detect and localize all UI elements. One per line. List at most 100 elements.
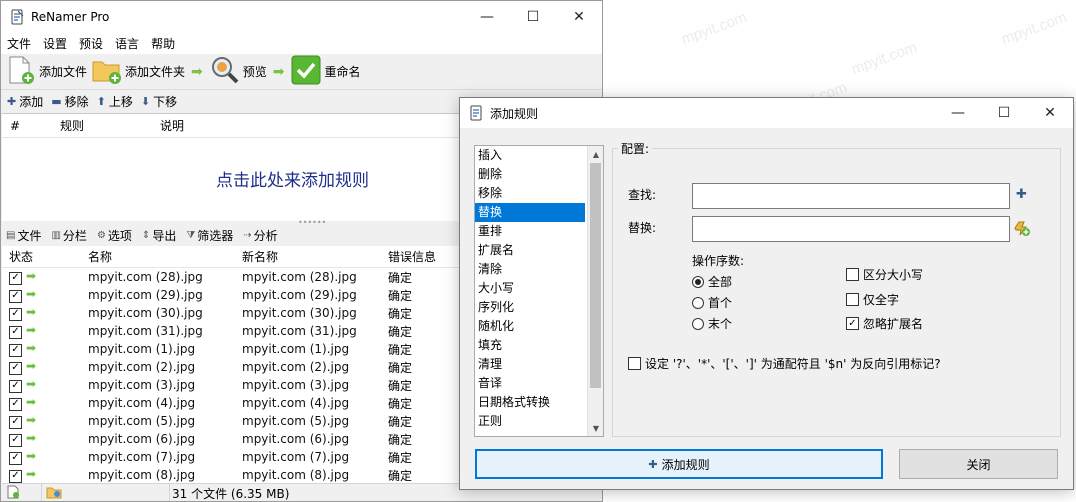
close-button[interactable]: ✕ bbox=[556, 1, 602, 32]
checkbox-checked[interactable]: ✓ bbox=[9, 325, 22, 339]
renamer-app-icon bbox=[9, 9, 25, 25]
file-name-cell: mpyit.com (3).jpg bbox=[88, 378, 196, 392]
rule-type-item[interactable]: 大小写 bbox=[475, 279, 585, 298]
file-state-cell: ✓ ➡ bbox=[2, 377, 82, 393]
remove-rule-button[interactable]: ▬ 移除 bbox=[51, 93, 88, 110]
files-col-new-name[interactable]: 新名称 bbox=[236, 248, 382, 265]
scroll-down-icon[interactable]: ▼ bbox=[588, 420, 603, 436]
filters-menu-button[interactable]: ⧩ 筛选器 bbox=[186, 227, 233, 244]
checkbox-checked[interactable]: ✓ bbox=[9, 271, 22, 285]
menu-presets[interactable]: 预设 bbox=[79, 35, 103, 52]
occurrence-all-radio[interactable]: 全部 bbox=[692, 273, 732, 290]
rule-type-item[interactable]: 插入 bbox=[475, 146, 585, 165]
add-find-plus-icon[interactable]: ✚ bbox=[1016, 187, 1027, 202]
rule-type-item[interactable]: 删除 bbox=[475, 165, 585, 184]
rule-type-item[interactable]: 日期格式转换 bbox=[475, 393, 585, 412]
menu-file[interactable]: 文件 bbox=[7, 35, 31, 52]
rule-type-item[interactable]: 重排 bbox=[475, 222, 585, 241]
export-menu-button[interactable]: ⇕ 导出 bbox=[142, 227, 176, 244]
rule-type-item[interactable]: 移除 bbox=[475, 184, 585, 203]
preview-label: 预览 bbox=[242, 65, 267, 79]
scroll-thumb[interactable] bbox=[590, 163, 601, 388]
menu-language[interactable]: 语言 bbox=[115, 35, 139, 52]
files-icon: ▤ bbox=[6, 229, 16, 241]
file-new-name-cell: mpyit.com (8).jpg bbox=[242, 468, 350, 482]
dialog-titlebar[interactable]: 添加规则 — ☐ ✕ bbox=[460, 98, 1073, 128]
checkbox-checked[interactable]: ✓ bbox=[9, 469, 22, 483]
options-menu-button[interactable]: ⚙ 选项 bbox=[97, 227, 132, 244]
rule-type-item[interactable]: 序列化 bbox=[475, 298, 585, 317]
rule-type-item[interactable]: 清除 bbox=[475, 260, 585, 279]
rules-empty-hint[interactable]: 点击此处来添加规则 bbox=[216, 166, 369, 191]
replace-input[interactable] bbox=[692, 216, 1010, 242]
files-menu-button[interactable]: ▤ 文件 bbox=[6, 227, 41, 244]
checkbox-checked[interactable]: ✓ bbox=[9, 415, 22, 429]
occurrence-last-radio[interactable]: 末个 bbox=[692, 315, 732, 332]
dialog-close-button[interactable]: ✕ bbox=[1027, 98, 1073, 128]
move-up-button[interactable]: ⬆ 上移 bbox=[97, 93, 133, 110]
status-file-cell[interactable] bbox=[2, 483, 42, 502]
rule-type-list[interactable]: 插入 删除 移除 替换 重排 扩展名 清除 大小写 序列化 随机化 填充 清理 音译 日期格式转换 正则 ▲… bbox=[474, 145, 604, 437]
add-folders-button[interactable]: 添加文件夹 bbox=[91, 55, 185, 89]
rename-button[interactable]: 重命名 bbox=[291, 55, 361, 89]
case-sensitive-checkbox[interactable]: 区分大小写 bbox=[846, 266, 923, 283]
rule-type-item[interactable]: 扩展名 bbox=[475, 241, 585, 260]
rules-col-index[interactable]: # bbox=[2, 119, 52, 133]
find-input[interactable] bbox=[692, 183, 1010, 209]
files-col-state[interactable]: 状态 bbox=[2, 248, 82, 265]
checkbox-checked[interactable]: ✓ bbox=[9, 379, 22, 393]
add-files-button[interactable]: 添加文件 bbox=[5, 55, 87, 89]
green-arrow-icon: ➡ bbox=[26, 431, 37, 446]
rule-type-item[interactable]: 填充 bbox=[475, 336, 585, 355]
checkbox-unchecked bbox=[846, 268, 859, 281]
replace-label: 替换: bbox=[628, 221, 657, 235]
skip-extension-checkbox[interactable]: ✓ 忽略扩展名 bbox=[846, 315, 923, 332]
file-name-cell: mpyit.com (8).jpg bbox=[88, 468, 196, 482]
rule-type-item[interactable]: 替换 bbox=[475, 203, 585, 222]
insert-meta-tag-icon[interactable] bbox=[1013, 219, 1031, 240]
analyze-menu-button[interactable]: ⇢ 分析 bbox=[243, 227, 277, 244]
maximize-button[interactable]: ☐ bbox=[510, 1, 556, 32]
status-add-file-icon bbox=[6, 485, 20, 502]
add-rule-confirm-button[interactable]: ✚ 添加规则 bbox=[475, 449, 883, 479]
checkbox-checked[interactable]: ✓ bbox=[9, 289, 22, 303]
dialog-close-action-button[interactable]: 关闭 bbox=[899, 449, 1058, 479]
rule-type-item[interactable]: 正则 bbox=[475, 412, 585, 431]
menu-settings[interactable]: 设置 bbox=[43, 35, 67, 52]
rule-type-item[interactable]: 音译 bbox=[475, 374, 585, 393]
occurrence-first-radio[interactable]: 首个 bbox=[692, 294, 732, 311]
rules-col-description[interactable]: 说明 bbox=[152, 117, 352, 134]
file-name-cell: mpyit.com (6).jpg bbox=[88, 432, 196, 446]
menu-help[interactable]: 帮助 bbox=[151, 35, 175, 52]
status-folder-cell[interactable] bbox=[42, 483, 170, 501]
move-up-label: 上移 bbox=[108, 94, 133, 109]
checkbox-checked[interactable]: ✓ bbox=[9, 433, 22, 447]
whole-words-checkbox[interactable]: 仅全字 bbox=[846, 291, 899, 308]
rule-list-scrollbar[interactable]: ▲ ▼ bbox=[587, 146, 603, 436]
file-state-cell: ✓ ➡ bbox=[2, 431, 82, 447]
add-rule-button[interactable]: ✚ 添加 bbox=[7, 93, 43, 110]
columns-menu-button[interactable]: ▥ 分栏 bbox=[51, 227, 86, 244]
dialog-maximize-button[interactable]: ☐ bbox=[981, 98, 1027, 128]
checkbox-checked[interactable]: ✓ bbox=[9, 361, 22, 375]
wildcard-checkbox[interactable]: 设定 '?'、'*'、'['、']' 为通配符且 '$n' 为反向引用标记? bbox=[628, 355, 941, 372]
analyze-icon: ⇢ bbox=[243, 229, 252, 241]
arrow-right-icon: ➡ bbox=[272, 63, 285, 80]
dialog-minimize-button[interactable]: — bbox=[935, 98, 981, 128]
scroll-up-icon[interactable]: ▲ bbox=[588, 146, 603, 162]
checkbox-checked[interactable]: ✓ bbox=[9, 451, 22, 465]
rule-type-item[interactable]: 清理 bbox=[475, 355, 585, 374]
rules-col-rule[interactable]: 规则 bbox=[52, 117, 152, 134]
main-titlebar[interactable]: ReNamer Pro — ☐ ✕ bbox=[1, 1, 602, 32]
checkbox-checked[interactable]: ✓ bbox=[9, 307, 22, 321]
occurrence-first-label: 首个 bbox=[708, 296, 733, 310]
minimize-button[interactable]: — bbox=[464, 1, 510, 32]
rule-type-item[interactable]: 随机化 bbox=[475, 317, 585, 336]
add-files-label: 添加文件 bbox=[39, 65, 88, 79]
move-down-button[interactable]: ⬇ 下移 bbox=[141, 93, 177, 110]
checkbox-checked[interactable]: ✓ bbox=[9, 343, 22, 357]
files-col-name[interactable]: 名称 bbox=[82, 248, 236, 265]
preview-button[interactable]: 预览 bbox=[209, 55, 267, 89]
checkbox-checked[interactable]: ✓ bbox=[9, 397, 22, 411]
radio-selected bbox=[692, 275, 704, 288]
